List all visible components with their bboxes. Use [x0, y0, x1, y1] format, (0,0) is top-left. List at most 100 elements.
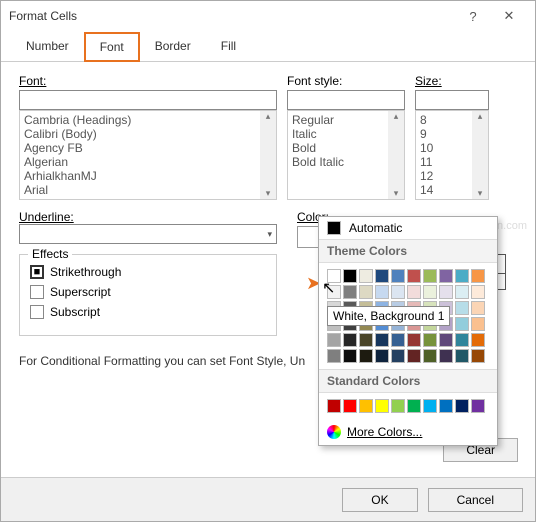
color-swatch[interactable]	[439, 349, 453, 363]
more-colors-label: More Colors...	[347, 425, 422, 439]
scrollbar[interactable]: ▴▾	[472, 111, 488, 199]
color-swatch[interactable]	[359, 399, 373, 413]
color-swatch[interactable]	[391, 333, 405, 347]
color-swatch[interactable]	[423, 349, 437, 363]
tab-number[interactable]: Number	[11, 32, 84, 62]
automatic-color-item[interactable]: Automatic	[319, 217, 497, 239]
font-listbox[interactable]: Cambria (Headings) Calibri (Body) Agency…	[19, 110, 277, 200]
color-swatch[interactable]	[439, 285, 453, 299]
color-swatch[interactable]	[343, 399, 357, 413]
color-swatch[interactable]	[327, 333, 341, 347]
color-swatch[interactable]	[455, 333, 469, 347]
help-icon[interactable]: ?	[455, 9, 491, 24]
color-swatch[interactable]	[455, 349, 469, 363]
color-swatch[interactable]	[343, 333, 357, 347]
color-swatch[interactable]	[455, 301, 469, 315]
color-swatch[interactable]	[375, 333, 389, 347]
color-swatch[interactable]	[407, 285, 421, 299]
color-swatch[interactable]	[455, 399, 469, 413]
color-swatch[interactable]	[359, 349, 373, 363]
color-swatch[interactable]	[423, 285, 437, 299]
color-swatch[interactable]	[375, 349, 389, 363]
superscript-checkbox[interactable]: Superscript	[30, 285, 266, 299]
color-swatch[interactable]	[391, 399, 405, 413]
list-item[interactable]: Regular	[292, 113, 400, 127]
list-item[interactable]: Italic	[292, 127, 400, 141]
tab-border[interactable]: Border	[140, 32, 206, 62]
ok-button[interactable]: OK	[342, 488, 417, 512]
list-item[interactable]: Bold	[292, 141, 400, 155]
tab-strip: Number Font Border Fill	[1, 31, 535, 62]
color-swatch[interactable]	[439, 333, 453, 347]
font-style-input[interactable]	[287, 90, 405, 110]
color-swatch[interactable]	[327, 349, 341, 363]
color-swatch[interactable]	[391, 269, 405, 283]
list-item[interactable]: Agency FB	[24, 141, 272, 155]
color-swatch[interactable]	[423, 269, 437, 283]
color-swatch[interactable]	[407, 399, 421, 413]
color-picker-popup: Automatic Theme Colors Standard Colors M…	[318, 216, 498, 446]
color-swatch[interactable]	[471, 349, 485, 363]
color-swatch[interactable]	[359, 269, 373, 283]
color-swatch[interactable]	[471, 333, 485, 347]
color-swatch[interactable]	[471, 285, 485, 299]
color-swatch[interactable]	[423, 333, 437, 347]
color-swatch[interactable]	[327, 269, 341, 283]
close-icon[interactable]: ✕	[491, 8, 527, 24]
swatch-icon	[327, 221, 341, 235]
list-item[interactable]: Calibri (Body)	[24, 127, 272, 141]
color-swatch[interactable]	[423, 399, 437, 413]
color-swatch[interactable]	[455, 317, 469, 331]
tab-font[interactable]: Font	[84, 32, 140, 62]
strikethrough-checkbox[interactable]: ■ Strikethrough	[30, 265, 266, 279]
color-swatch[interactable]	[359, 333, 373, 347]
checkbox-icon: ■	[30, 265, 44, 279]
color-swatch[interactable]	[439, 399, 453, 413]
color-swatch[interactable]	[375, 269, 389, 283]
color-swatch[interactable]	[327, 399, 341, 413]
titlebar: Format Cells ? ✕	[1, 1, 535, 31]
standard-colors-header: Standard Colors	[319, 369, 497, 393]
color-swatch[interactable]	[343, 349, 357, 363]
font-style-listbox[interactable]: Regular Italic Bold Bold Italic ▴▾	[287, 110, 405, 200]
color-swatch[interactable]	[391, 285, 405, 299]
list-item[interactable]: Cambria (Headings)	[24, 113, 272, 127]
color-swatch[interactable]	[359, 285, 373, 299]
theme-colors-header: Theme Colors	[319, 239, 497, 263]
list-item[interactable]: Bold Italic	[292, 155, 400, 169]
color-swatch[interactable]	[471, 301, 485, 315]
color-swatch[interactable]	[471, 269, 485, 283]
color-swatch[interactable]	[439, 269, 453, 283]
color-swatch[interactable]	[455, 269, 469, 283]
subscript-checkbox[interactable]: Subscript	[30, 305, 266, 319]
subscript-label: Subscript	[50, 305, 100, 319]
color-swatch[interactable]	[375, 399, 389, 413]
color-swatch[interactable]	[375, 285, 389, 299]
color-swatch[interactable]	[471, 317, 485, 331]
list-item[interactable]: ArhialkhanMJ	[24, 169, 272, 183]
window-title: Format Cells	[9, 9, 455, 23]
superscript-label: Superscript	[50, 285, 111, 299]
underline-combo[interactable]: ▾	[19, 224, 277, 244]
size-listbox[interactable]: 8 9 10 11 12 14 ▴▾	[415, 110, 489, 200]
list-item[interactable]: Arial	[24, 183, 272, 197]
color-swatch[interactable]	[471, 399, 485, 413]
color-swatch[interactable]	[455, 285, 469, 299]
color-tooltip: White, Background 1	[327, 306, 450, 326]
more-colors-item[interactable]: More Colors...	[319, 419, 497, 445]
color-swatch[interactable]	[391, 349, 405, 363]
font-style-label: Font style:	[287, 74, 405, 88]
size-input[interactable]	[415, 90, 489, 110]
color-swatch[interactable]	[343, 269, 357, 283]
color-swatch[interactable]	[407, 349, 421, 363]
scrollbar[interactable]: ▴▾	[388, 111, 404, 199]
scrollbar[interactable]: ▴▾	[260, 111, 276, 199]
tab-fill[interactable]: Fill	[206, 32, 251, 62]
list-item[interactable]: Algerian	[24, 155, 272, 169]
color-swatch[interactable]	[343, 285, 357, 299]
color-swatch[interactable]	[407, 269, 421, 283]
cancel-button[interactable]: Cancel	[428, 488, 523, 512]
color-swatch[interactable]	[327, 285, 341, 299]
color-swatch[interactable]	[407, 333, 421, 347]
font-input[interactable]	[19, 90, 277, 110]
